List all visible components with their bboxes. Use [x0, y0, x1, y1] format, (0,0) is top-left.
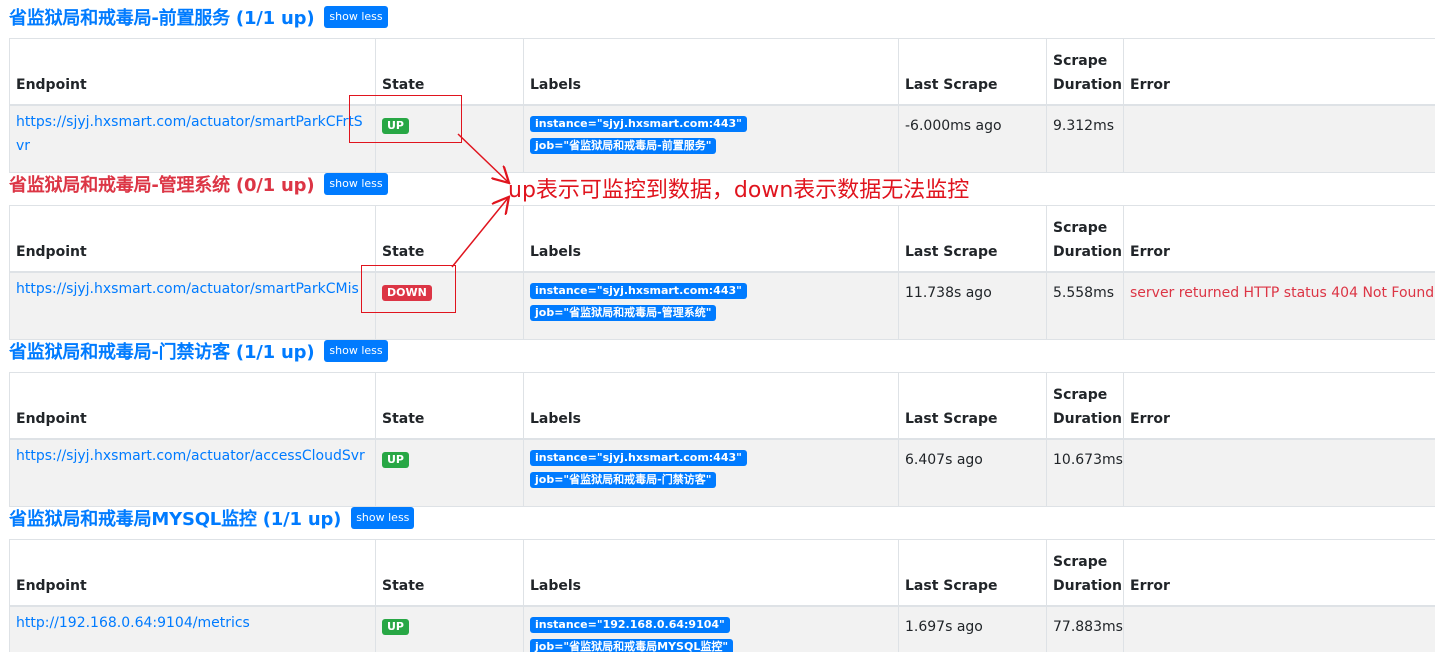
error-header: Error: [1123, 539, 1435, 607]
label-badge-instance: instance="sjyj.hxsmart.com:443": [530, 283, 747, 299]
endpoint-link[interactable]: http://192.168.0.64:9104/metrics: [16, 615, 250, 631]
scrape-duration-header: Scrape Duration: [1046, 205, 1124, 273]
annotation-box-up: [349, 95, 462, 143]
label-badge-job: job="省监狱局和戒毒局MYSQL监控": [530, 639, 734, 652]
state-badge-up: UP: [382, 619, 409, 635]
endpoint-cell: https://sjyj.hxsmart.com/actuator/smartP…: [9, 104, 376, 173]
error-cell: server returned HTTP status 404 Not Foun…: [1123, 271, 1435, 340]
group-title[interactable]: 省监狱局和戒毒局MYSQL监控 (1/1 up): [9, 505, 341, 531]
error-cell: [1123, 605, 1435, 652]
label-badge-job: job="省监狱局和戒毒局-门禁访客": [530, 472, 717, 488]
endpoint-link[interactable]: https://sjyj.hxsmart.com/actuator/smartP…: [16, 114, 363, 154]
state-header: State: [375, 539, 524, 607]
group-header-mysql: 省监狱局和戒毒局MYSQL监控 (1/1 up) show less: [9, 503, 415, 533]
endpoint-link[interactable]: https://sjyj.hxsmart.com/actuator/access…: [16, 448, 365, 464]
endpoint-header: Endpoint: [9, 205, 376, 273]
endpoint-header: Endpoint: [9, 539, 376, 607]
table-header-row: Endpoint State Labels Last Scrape Scrape…: [9, 539, 1435, 607]
group-header-frontend: 省监狱局和戒毒局-前置服务 (1/1 up) show less: [9, 2, 388, 32]
error-header: Error: [1123, 38, 1435, 106]
label-badge-instance: instance="sjyj.hxsmart.com:443": [530, 450, 747, 466]
last-scrape-header: Last Scrape: [898, 205, 1047, 273]
group-header-access: 省监狱局和戒毒局-门禁访客 (1/1 up) show less: [9, 336, 388, 366]
labels-header: Labels: [523, 539, 899, 607]
table-row: https://sjyj.hxsmart.com/actuator/smartP…: [9, 271, 1435, 340]
error-cell: [1123, 438, 1435, 507]
targets-table: Endpoint State Labels Last Scrape Scrape…: [9, 205, 1435, 340]
labels-header: Labels: [523, 205, 899, 273]
last-scrape-cell: 11.738s ago: [898, 271, 1047, 340]
scrape-duration-cell: 10.673ms: [1046, 438, 1124, 507]
error-header: Error: [1123, 372, 1435, 440]
labels-cell: instance="192.168.0.64:9104" job="省监狱局和戒…: [523, 605, 899, 652]
endpoint-cell: http://192.168.0.64:9104/metrics: [9, 605, 376, 652]
last-scrape-cell: 1.697s ago: [898, 605, 1047, 652]
table-row: https://sjyj.hxsmart.com/actuator/access…: [9, 438, 1435, 507]
state-cell: UP: [375, 605, 524, 652]
targets-table: Endpoint State Labels Last Scrape Scrape…: [9, 372, 1435, 507]
table-row: http://192.168.0.64:9104/metrics UP inst…: [9, 605, 1435, 652]
scrape-duration-header: Scrape Duration: [1046, 38, 1124, 106]
error-message: server returned HTTP status 404 Not Foun…: [1130, 285, 1435, 301]
state-header: State: [375, 372, 524, 440]
scrape-duration-cell: 9.312ms: [1046, 104, 1124, 173]
group-title[interactable]: 省监狱局和戒毒局-前置服务 (1/1 up): [9, 4, 315, 30]
group-title[interactable]: 省监狱局和戒毒局-管理系统 (0/1 up): [9, 171, 315, 197]
show-less-button[interactable]: show less: [324, 340, 388, 362]
scrape-duration-cell: 77.883ms: [1046, 605, 1124, 652]
last-scrape-header: Last Scrape: [898, 38, 1047, 106]
labels-cell: instance="sjyj.hxsmart.com:443" job="省监狱…: [523, 271, 899, 340]
scrape-duration-header: Scrape Duration: [1046, 372, 1124, 440]
labels-cell: instance="sjyj.hxsmart.com:443" job="省监狱…: [523, 438, 899, 507]
label-badge-job: job="省监狱局和戒毒局-前置服务": [530, 138, 717, 154]
labels-header: Labels: [523, 38, 899, 106]
table-header-row: Endpoint State Labels Last Scrape Scrape…: [9, 205, 1435, 273]
state-cell: UP: [375, 438, 524, 507]
endpoint-cell: https://sjyj.hxsmart.com/actuator/access…: [9, 438, 376, 507]
targets-table: Endpoint State Labels Last Scrape Scrape…: [9, 38, 1435, 173]
targets-page: 省监狱局和戒毒局-前置服务 (1/1 up) show less Endpoin…: [0, 0, 1435, 652]
label-badge-instance: instance="192.168.0.64:9104": [530, 617, 730, 633]
scrape-duration-header: Scrape Duration: [1046, 539, 1124, 607]
show-less-button[interactable]: show less: [324, 6, 388, 28]
table-header-row: Endpoint State Labels Last Scrape Scrape…: [9, 372, 1435, 440]
last-scrape-cell: 6.407s ago: [898, 438, 1047, 507]
label-badge-job: job="省监狱局和戒毒局-管理系统": [530, 305, 717, 321]
last-scrape-header: Last Scrape: [898, 539, 1047, 607]
group-title[interactable]: 省监狱局和戒毒局-门禁访客 (1/1 up): [9, 338, 315, 364]
annotation-box-down: [361, 265, 456, 313]
error-header: Error: [1123, 205, 1435, 273]
scrape-duration-cell: 5.558ms: [1046, 271, 1124, 340]
last-scrape-header: Last Scrape: [898, 372, 1047, 440]
label-badge-instance: instance="sjyj.hxsmart.com:443": [530, 116, 747, 132]
state-header: State: [375, 205, 524, 273]
error-cell: [1123, 104, 1435, 173]
annotation-text: up表示可监控到数据，down表示数据无法监控: [508, 178, 970, 203]
endpoint-cell: https://sjyj.hxsmart.com/actuator/smartP…: [9, 271, 376, 340]
show-less-button[interactable]: show less: [324, 173, 388, 195]
last-scrape-cell: -6.000ms ago: [898, 104, 1047, 173]
show-less-button[interactable]: show less: [351, 507, 415, 529]
endpoint-link[interactable]: https://sjyj.hxsmart.com/actuator/smartP…: [16, 281, 359, 297]
state-badge-up: UP: [382, 452, 409, 468]
table-row: https://sjyj.hxsmart.com/actuator/smartP…: [9, 104, 1435, 173]
targets-table: Endpoint State Labels Last Scrape Scrape…: [9, 539, 1435, 652]
group-header-management: 省监狱局和戒毒局-管理系统 (0/1 up) show less: [9, 169, 388, 199]
table-header-row: Endpoint State Labels Last Scrape Scrape…: [9, 38, 1435, 106]
endpoint-header: Endpoint: [9, 372, 376, 440]
endpoint-header: Endpoint: [9, 38, 376, 106]
labels-header: Labels: [523, 372, 899, 440]
labels-cell: instance="sjyj.hxsmart.com:443" job="省监狱…: [523, 104, 899, 173]
